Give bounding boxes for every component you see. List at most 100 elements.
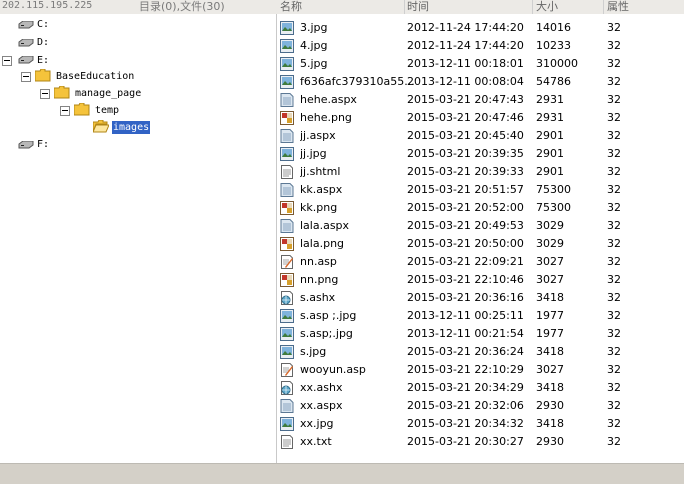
table-row[interactable]: xx.jpg 2015-03-21 20:34:32 3418 32 — [277, 415, 684, 433]
table-row[interactable]: kk.png 2015-03-21 20:52:00 75300 32 — [277, 199, 684, 217]
text-file-icon — [280, 435, 294, 449]
table-row[interactable]: s.jpg 2015-03-21 20:36:24 3418 32 — [277, 343, 684, 361]
file-name: xx.ashx — [300, 381, 343, 394]
collapse-toggle[interactable] — [2, 56, 12, 66]
asp-file-icon — [280, 363, 294, 377]
file-size: 3418 — [536, 417, 564, 430]
file-attr: 32 — [607, 75, 621, 88]
table-row[interactable]: xx.aspx 2015-03-21 20:32:06 2930 32 — [277, 397, 684, 415]
file-attr: 32 — [607, 345, 621, 358]
image-file-icon — [280, 309, 294, 323]
file-time: 2013-12-11 00:21:54 — [407, 327, 524, 340]
file-size: 3027 — [536, 255, 564, 268]
file-size: 3029 — [536, 219, 564, 232]
file-name: 4.jpg — [300, 39, 328, 52]
file-name: 3.jpg — [300, 21, 328, 34]
tree-drive-c[interactable]: C: — [37, 18, 49, 31]
file-time: 2015-03-21 20:34:29 — [407, 381, 524, 394]
table-row[interactable]: nn.png 2015-03-21 22:10:46 3027 32 — [277, 271, 684, 289]
image-file-icon — [280, 21, 294, 35]
folder-tree[interactable]: C: D: E: BaseEducation manage_page temp … — [0, 14, 277, 463]
column-header-attr[interactable]: 属性 — [604, 0, 684, 14]
table-row[interactable]: hehe.png 2015-03-21 20:47:46 2931 32 — [277, 109, 684, 127]
file-name: f636afc379310a55... — [300, 75, 415, 88]
file-attr: 32 — [607, 111, 621, 124]
file-attr: 32 — [607, 93, 621, 106]
tree-folder-manage-page[interactable]: manage_page — [75, 87, 141, 100]
tree-drive-d[interactable]: D: — [37, 36, 49, 49]
column-header-size[interactable]: 大小 — [533, 0, 604, 14]
table-row[interactable]: jj.shtml 2015-03-21 20:39:33 2901 32 — [277, 163, 684, 181]
table-row[interactable]: wooyun.asp 2015-03-21 22:10:29 3027 32 — [277, 361, 684, 379]
text-file-icon — [280, 165, 294, 179]
file-name: nn.asp — [300, 255, 337, 268]
table-row[interactable]: 5.jpg 2013-12-11 00:18:01 310000 32 — [277, 55, 684, 73]
status-bar — [0, 463, 684, 484]
table-row[interactable]: xx.ashx 2015-03-21 20:34:29 3418 32 — [277, 379, 684, 397]
file-name: jj.aspx — [300, 129, 336, 142]
column-header-time[interactable]: 时间 — [405, 0, 533, 14]
file-name: nn.png — [300, 273, 339, 286]
collapse-toggle[interactable] — [40, 89, 50, 99]
table-row[interactable]: lala.png 2015-03-21 20:50:00 3029 32 — [277, 235, 684, 253]
table-row[interactable]: 4.jpg 2012-11-24 17:44:20 10233 32 — [277, 37, 684, 55]
file-size: 2901 — [536, 165, 564, 178]
tree-drive-e[interactable]: E: — [37, 54, 49, 67]
table-row[interactable]: s.asp ;.jpg 2013-12-11 00:25:11 1977 32 — [277, 307, 684, 325]
file-name: s.asp ;.jpg — [300, 309, 357, 322]
table-row[interactable]: jj.aspx 2015-03-21 20:45:40 2901 32 — [277, 127, 684, 145]
column-label: 时间 — [407, 0, 429, 13]
column-label: 属性 — [607, 0, 629, 13]
file-attr: 32 — [607, 363, 621, 376]
file-list[interactable]: 名称 时间 大小 属性 3.jpg 2012-11-24 17:44:20 1401… — [277, 0, 684, 463]
column-header-name[interactable]: 名称 — [277, 0, 405, 14]
file-size: 75300 — [536, 183, 571, 196]
file-attr: 32 — [607, 255, 621, 268]
png-file-icon — [280, 237, 294, 251]
table-row[interactable]: s.asp;.jpg 2013-12-11 00:21:54 1977 32 — [277, 325, 684, 343]
file-name: hehe.png — [300, 111, 352, 124]
file-attr: 32 — [607, 147, 621, 160]
image-file-icon — [280, 39, 294, 53]
file-size: 3418 — [536, 381, 564, 394]
table-row[interactable]: 3.jpg 2012-11-24 17:44:20 14016 32 — [277, 19, 684, 37]
drive-icon — [18, 21, 34, 29]
file-time: 2015-03-21 20:34:32 — [407, 417, 524, 430]
file-attr: 32 — [607, 57, 621, 70]
file-name: xx.aspx — [300, 399, 343, 412]
table-row[interactable]: nn.asp 2015-03-21 22:09:21 3027 32 — [277, 253, 684, 271]
file-name: 5.jpg — [300, 57, 328, 70]
file-attr: 32 — [607, 219, 621, 232]
file-attr: 32 — [607, 291, 621, 304]
table-row[interactable]: lala.aspx 2015-03-21 20:49:53 3029 32 — [277, 217, 684, 235]
file-time: 2015-03-21 20:47:46 — [407, 111, 524, 124]
file-attr: 32 — [607, 129, 621, 142]
file-time: 2015-03-21 20:52:00 — [407, 201, 524, 214]
file-time: 2015-03-21 20:32:06 — [407, 399, 524, 412]
file-time: 2015-03-21 20:39:33 — [407, 165, 524, 178]
table-row[interactable]: hehe.aspx 2015-03-21 20:47:43 2931 32 — [277, 91, 684, 109]
table-row[interactable]: kk.aspx 2015-03-21 20:51:57 75300 32 — [277, 181, 684, 199]
file-size: 2930 — [536, 399, 564, 412]
file-attr: 32 — [607, 435, 621, 448]
folder-icon — [74, 103, 90, 116]
table-row[interactable]: f636afc379310a55... 2013-12-11 00:08:04 54… — [277, 73, 684, 91]
tree-folder-temp[interactable]: temp — [95, 104, 119, 117]
file-attr: 32 — [607, 309, 621, 322]
tree-folder-baseeducation[interactable]: BaseEducation — [56, 70, 134, 83]
file-time: 2015-03-21 20:47:43 — [407, 93, 524, 106]
image-file-icon — [280, 345, 294, 359]
drive-icon — [18, 39, 34, 47]
aspx-file-icon — [280, 93, 294, 107]
collapse-toggle[interactable] — [21, 72, 31, 82]
tree-drive-f[interactable]: F: — [37, 138, 49, 151]
table-row[interactable]: jj.jpg 2015-03-21 20:39:35 2901 32 — [277, 145, 684, 163]
tree-folder-images-selected[interactable]: images — [112, 121, 151, 134]
file-name: wooyun.asp — [300, 363, 366, 376]
collapse-toggle[interactable] — [60, 106, 70, 116]
file-attr: 32 — [607, 39, 621, 52]
table-row[interactable]: xx.txt 2015-03-21 20:30:27 2930 32 — [277, 433, 684, 451]
table-row[interactable]: s.ashx 2015-03-21 20:36:16 3418 32 — [277, 289, 684, 307]
server-ip: 202.115.195.225 — [2, 0, 93, 11]
column-label: 名称 — [280, 0, 302, 13]
